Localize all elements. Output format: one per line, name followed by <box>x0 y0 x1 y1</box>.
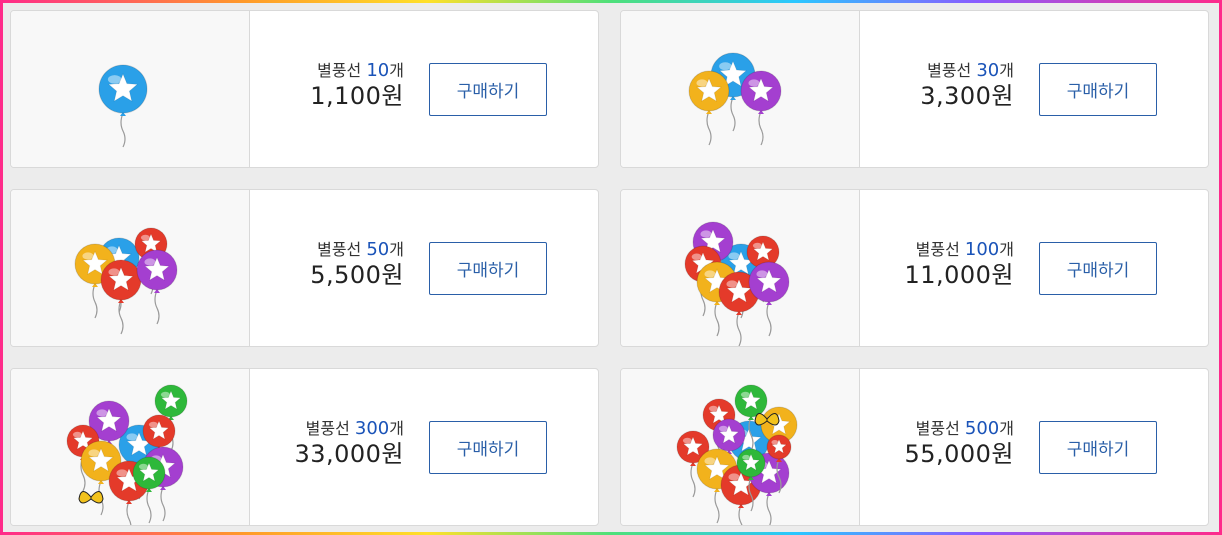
product-price: 33,000원 <box>294 440 404 468</box>
balloon-icon <box>98 64 148 148</box>
star-balloon-icon <box>676 384 798 525</box>
product-count: 10 <box>366 60 390 81</box>
product-info: 별풍선 100개 11,000원 <box>904 240 1014 290</box>
product-name: 별풍선 300개 <box>294 419 404 439</box>
product-label: 별풍선 <box>305 419 350 438</box>
buy-button[interactable]: 구매하기 <box>429 421 547 474</box>
star-balloon-icon <box>98 64 148 148</box>
product-info: 별풍선 300개 33,000원 <box>294 419 404 469</box>
rainbow-frame: 별풍선 10개 1,100원 구매하기 별풍선 30개 3,300원 구매하기 <box>0 0 1222 535</box>
product-unit: 개 <box>389 240 404 259</box>
product-price: 5,500원 <box>310 261 404 289</box>
buy-button[interactable]: 구매하기 <box>1039 242 1157 295</box>
product-label: 별풍선 <box>915 240 960 259</box>
buy-button[interactable]: 구매하기 <box>1039 421 1157 474</box>
product-label: 별풍선 <box>317 240 362 259</box>
product-name: 별풍선 10개 <box>310 61 404 81</box>
product-unit: 개 <box>999 240 1014 259</box>
product-name: 별풍선 30개 <box>920 61 1014 81</box>
product-info: 별풍선 500개 55,000원 <box>904 419 1014 469</box>
balloon-icon <box>100 259 142 335</box>
product-name: 별풍선 500개 <box>904 419 1014 439</box>
product-price: 1,100원 <box>310 82 404 110</box>
product-image <box>11 190 250 346</box>
product-image <box>621 11 860 167</box>
product-count: 100 <box>964 239 1000 260</box>
buy-button[interactable]: 구매하기 <box>429 63 547 116</box>
star-balloon-icon <box>74 227 178 335</box>
balloon-icon <box>688 70 730 146</box>
product-name: 별풍선 50개 <box>310 240 404 260</box>
product-count: 300 <box>354 418 390 439</box>
product-price: 3,300원 <box>920 82 1014 110</box>
product-card-30: 별풍선 30개 3,300원 구매하기 <box>620 10 1209 168</box>
product-card-300: 별풍선 300개 33,000원 구매하기 <box>10 368 599 526</box>
buy-button[interactable]: 구매하기 <box>1039 63 1157 116</box>
product-card-10: 별풍선 10개 1,100원 구매하기 <box>10 10 599 168</box>
product-unit: 개 <box>999 61 1014 80</box>
product-info: 별풍선 50개 5,500원 <box>310 240 404 290</box>
product-price: 11,000원 <box>904 261 1014 289</box>
balloon-icon <box>136 249 178 325</box>
product-count: 500 <box>964 418 1000 439</box>
product-label: 별풍선 <box>927 61 972 80</box>
product-card-50: 별풍선 50개 5,500원 구매하기 <box>10 189 599 347</box>
product-label: 별풍선 <box>915 419 960 438</box>
product-name: 별풍선 100개 <box>904 240 1014 260</box>
star-balloon-icon <box>66 384 188 525</box>
star-balloon-icon <box>688 52 782 146</box>
product-image <box>11 11 250 167</box>
buy-button[interactable]: 구매하기 <box>429 242 547 295</box>
product-image <box>621 369 860 525</box>
butterfly-icon <box>78 491 104 504</box>
product-count: 50 <box>366 239 390 260</box>
product-grid: 별풍선 10개 1,100원 구매하기 별풍선 30개 3,300원 구매하기 <box>3 3 1219 532</box>
star-balloon-icon <box>684 221 790 346</box>
product-info: 별풍선 10개 1,100원 <box>310 61 404 111</box>
product-image <box>11 369 250 525</box>
balloon-icon <box>740 70 782 146</box>
product-card-100: 별풍선 100개 11,000원 구매하기 <box>620 189 1209 347</box>
product-unit: 개 <box>999 419 1014 438</box>
product-card-500: 별풍선 500개 55,000원 구매하기 <box>620 368 1209 526</box>
product-price: 55,000원 <box>904 440 1014 468</box>
product-info: 별풍선 30개 3,300원 <box>920 61 1014 111</box>
product-label: 별풍선 <box>317 61 362 80</box>
product-unit: 개 <box>389 419 404 438</box>
product-image <box>621 190 860 346</box>
product-unit: 개 <box>389 61 404 80</box>
product-count: 30 <box>976 60 1000 81</box>
